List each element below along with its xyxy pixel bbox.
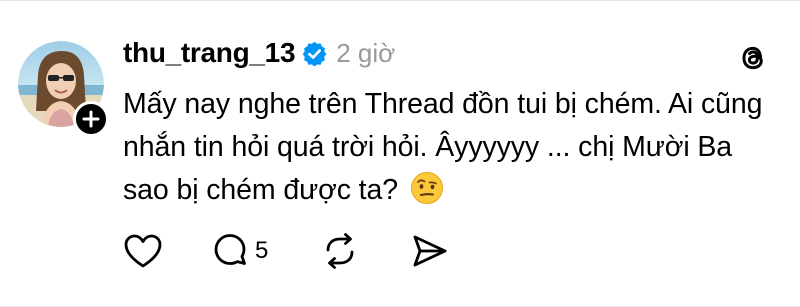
reply-count: 5: [255, 237, 269, 264]
verified-badge-icon: [302, 41, 327, 67]
plus-icon: [82, 110, 100, 128]
raised-eyebrow-emoji-icon: [410, 172, 443, 204]
send-icon: [413, 235, 447, 267]
comment-icon: [214, 234, 246, 265]
username[interactable]: thu_trang_13: [123, 37, 296, 69]
share-button[interactable]: [411, 233, 451, 269]
thread-post-card: thu_trang_13 2 giờ Mấy nay nghe trên Thr…: [0, 0, 800, 307]
threads-logo-icon[interactable]: [736, 41, 770, 75]
follow-button[interactable]: [73, 101, 109, 137]
repost-button[interactable]: [321, 232, 411, 270]
post-body: Mấy nay nghe trên Thread đồn tui bị chém…: [123, 83, 773, 212]
post-actions: 5: [123, 231, 451, 271]
post-header: thu_trang_13 2 giờ: [123, 33, 395, 73]
reply-button[interactable]: 5: [211, 232, 321, 270]
like-button[interactable]: [123, 233, 211, 269]
repost-icon: [326, 233, 354, 269]
post-time: 2 giờ: [336, 37, 396, 68]
heart-icon: [124, 234, 162, 268]
